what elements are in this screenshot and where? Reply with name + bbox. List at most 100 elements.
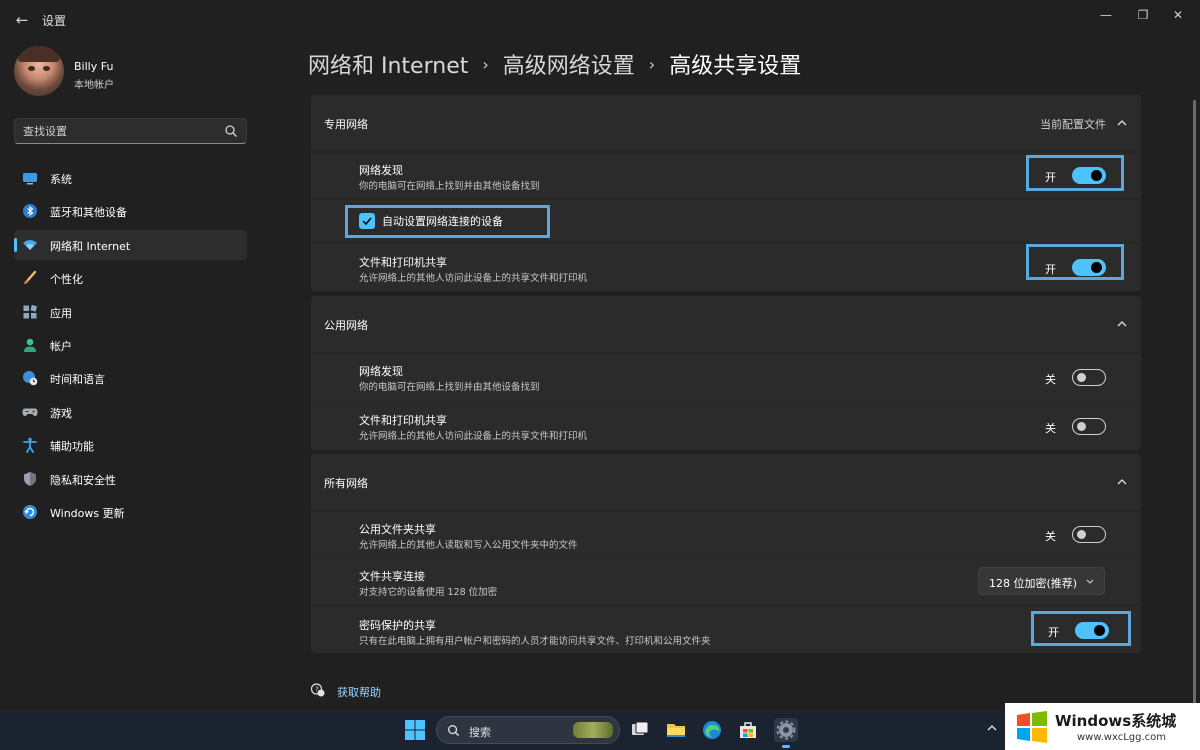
breadcrumb-item-advanced-network[interactable]: 高级网络设置	[503, 54, 635, 79]
store-icon[interactable]	[736, 718, 760, 742]
sidebar-item-system[interactable]: 系统	[14, 163, 247, 193]
setting-title: 网络发现	[359, 365, 403, 378]
setting-desc: 你的电脑可在网络上找到并由其他设备找到	[359, 382, 540, 393]
avatar	[14, 46, 64, 96]
public-file-printer-row: 文件和打印机共享 允许网络上的其他人访问此设备上的共享文件和打印机 关	[311, 403, 1141, 450]
globe-clock-icon	[23, 371, 38, 386]
setting-title: 文件和打印机共享	[359, 256, 447, 269]
sidebar-item-network[interactable]: 网络和 Internet	[14, 229, 247, 260]
sidebar-item-time-language[interactable]: 时间和语言	[14, 363, 247, 393]
setting-desc: 允许网络上的其他人访问此设备上的共享文件和打印机	[359, 431, 588, 442]
setting-title: 文件和打印机共享	[359, 414, 447, 427]
toggle-switch[interactable]	[1072, 526, 1106, 543]
breadcrumb: 网络和 Internet › 高级网络设置 › 高级共享设置	[308, 48, 801, 80]
breadcrumb-item-network[interactable]: 网络和 Internet	[308, 54, 468, 79]
windows-start-icon[interactable]	[405, 720, 425, 740]
file-sharing-connection-row: 文件共享连接 对支持它的设备使用 128 位加密 128 位加密(推荐)	[311, 559, 1141, 604]
search-icon	[448, 725, 460, 737]
sidebar-item-gaming[interactable]: 游戏	[14, 397, 247, 427]
chevron-up-icon[interactable]	[986, 722, 998, 734]
setting-desc: 只有在此电脑上拥有用户帐户和密码的人员才能访问共享文件、打印机和公用文件夹	[359, 636, 711, 647]
title-bar: ← 设置 — ❐ ✕	[0, 0, 1200, 40]
accessibility-icon	[23, 437, 37, 454]
public-folder-toggle[interactable]: 关	[1045, 525, 1106, 545]
setting-desc: 对支持它的设备使用 128 位加密	[359, 587, 498, 598]
sidebar-item-accessibility[interactable]: 辅助功能	[14, 430, 247, 460]
task-view-icon[interactable]	[628, 718, 652, 742]
close-button[interactable]: ✕	[1156, 4, 1200, 28]
taskbar-search-label: 搜索	[469, 726, 491, 739]
section-title: 专用网络	[324, 118, 368, 131]
sidebar-item-label: 隐私和安全性	[50, 473, 116, 487]
search-icon[interactable]	[224, 124, 238, 138]
sidebar-item-apps[interactable]: 应用	[14, 297, 247, 327]
setting-desc: 你的电脑可在网络上找到并由其他设备找到	[359, 181, 540, 192]
public-network-section: 公用网络 网络发现 你的电脑可在网络上找到并由其他设备找到 关 文件和打印机共享…	[311, 296, 1141, 450]
current-profile-label: 当前配置文件	[1040, 118, 1106, 131]
breadcrumb-separator: ›	[482, 55, 489, 74]
watermark-title: Windows系统城	[1055, 712, 1177, 730]
sidebar-item-label: 系统	[50, 173, 72, 186]
dropdown-value: 128 位加密(推荐)	[989, 577, 1078, 590]
svg-text:?: ?	[315, 686, 319, 694]
active-indicator	[14, 237, 17, 252]
settings-search[interactable]	[14, 118, 247, 144]
encryption-dropdown[interactable]: 128 位加密(推荐)	[978, 567, 1105, 595]
sidebar-item-label: 应用	[50, 306, 72, 320]
private-discovery-row: 网络发现 你的电脑可在网络上找到并由其他设备找到 开	[311, 153, 1141, 198]
sidebar-item-privacy[interactable]: 隐私和安全性	[14, 464, 247, 494]
chevron-down-icon	[1086, 579, 1094, 584]
account-type: 本地帐户	[74, 80, 114, 91]
private-file-printer-row: 文件和打印机共享 允许网络上的其他人访问此设备上的共享文件和打印机 开	[311, 244, 1141, 291]
setting-title: 密码保护的共享	[359, 619, 436, 632]
toggle-state: 关	[1045, 373, 1056, 386]
user-name: Billy Fu	[74, 60, 114, 73]
all-networks-header[interactable]: 所有网络	[311, 454, 1141, 510]
edge-icon[interactable]	[700, 718, 724, 742]
sidebar-item-bluetooth[interactable]: 蓝牙和其他设备	[14, 196, 247, 226]
sidebar-item-accounts[interactable]: 帐户	[14, 330, 247, 360]
settings-icon[interactable]	[774, 718, 798, 748]
scrollbar[interactable]	[1193, 100, 1196, 710]
setting-title: 公用文件夹共享	[359, 523, 436, 536]
gamepad-icon	[22, 408, 38, 416]
shield-icon	[24, 471, 36, 486]
help-chat-icon: ?	[310, 683, 325, 697]
section-title: 公用网络	[324, 319, 368, 332]
setting-desc: 允许网络上的其他人读取和写入公用文件夹中的文件	[359, 540, 578, 551]
search-input[interactable]	[23, 123, 213, 139]
watermark-url: www.wxcLgg.com	[1077, 732, 1167, 743]
toggle-switch[interactable]	[1072, 369, 1106, 386]
page-title: 高级共享设置	[669, 54, 802, 79]
sidebar-item-windows-update[interactable]: Windows 更新	[14, 497, 247, 527]
file-explorer-icon[interactable]	[664, 718, 688, 742]
watermark-logo-icon	[1017, 711, 1047, 743]
private-network-header[interactable]: 专用网络 当前配置文件	[311, 95, 1141, 151]
public-file-printer-toggle[interactable]: 关	[1045, 417, 1106, 437]
sidebar-item-label: 辅助功能	[50, 440, 94, 454]
public-network-header[interactable]: 公用网络	[311, 296, 1141, 352]
toggle-state: 关	[1045, 530, 1056, 543]
sidebar-item-label: 游戏	[50, 406, 72, 420]
toggle-switch[interactable]	[1072, 418, 1106, 435]
sidebar-item-label: 个性化	[50, 273, 83, 287]
highlight-box	[1026, 155, 1124, 191]
chevron-up-icon[interactable]	[1115, 116, 1129, 130]
chevron-up-icon[interactable]	[1115, 317, 1129, 331]
watermark: Windows系统城 www.wxcLgg.com	[1005, 703, 1200, 750]
highlight-box	[1031, 611, 1131, 646]
setting-title: 网络发现	[359, 164, 403, 177]
back-arrow-icon[interactable]: ←	[12, 10, 32, 30]
sidebar-item-label: 帐户	[50, 339, 72, 353]
sidebar-item-label: 蓝牙和其他设备	[50, 206, 127, 220]
chevron-up-icon[interactable]	[1115, 475, 1129, 489]
password-protected-row: 密码保护的共享 只有在此电脑上拥有用户帐户和密码的人员才能访问共享文件、打印机和…	[311, 606, 1141, 653]
windows-update-icon	[23, 504, 37, 519]
setting-desc: 允许网络上的其他人访问此设备上的共享文件和打印机	[359, 273, 588, 284]
public-discovery-toggle[interactable]: 关	[1045, 368, 1106, 388]
get-help-label: 获取帮助	[337, 686, 381, 699]
sidebar-nav: 系统 蓝牙和其他设备 网络和 Internet 个性化 应用 帐户 时间和语言 …	[14, 163, 247, 530]
taskbar-search[interactable]: 搜索	[436, 716, 620, 744]
sidebar-item-personalization[interactable]: 个性化	[14, 263, 247, 293]
sidebar-item-label: 时间和语言	[50, 373, 105, 387]
